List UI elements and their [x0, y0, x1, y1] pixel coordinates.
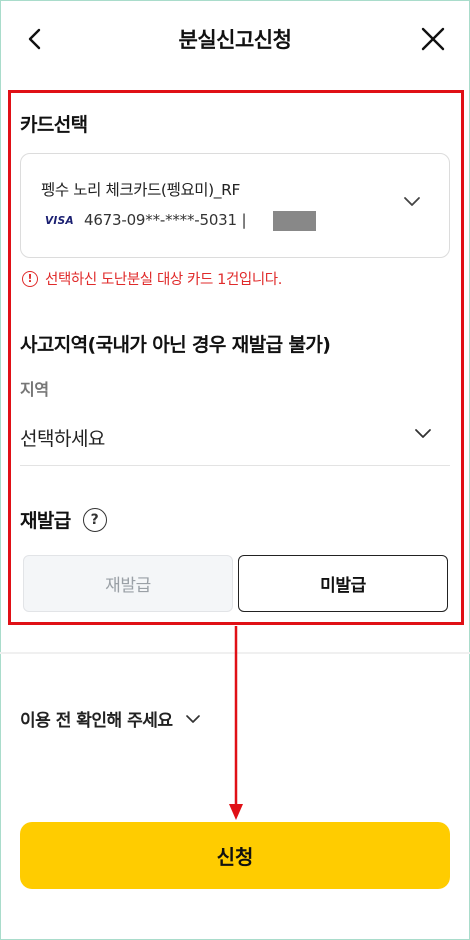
- warning-text: 선택하신 도난분실 대상 카드 1건입니다.: [45, 272, 282, 288]
- reissue-header: 재발급 ?: [20, 506, 107, 533]
- exclamation-circle-icon: !: [22, 270, 38, 287]
- card-number: 4673-09**-****-5031 |: [84, 211, 247, 229]
- chevron-down-icon: [404, 197, 420, 206]
- masked-info-block: [273, 211, 316, 231]
- no-reissue-button[interactable]: 미발급: [238, 555, 448, 612]
- submit-button[interactable]: 신청: [20, 822, 450, 889]
- card-select-dropdown[interactable]: 펭수 노리 체크카드(펭요미)_RF VISA 4673-09**-****-5…: [20, 153, 450, 258]
- chevron-down-icon: [415, 429, 431, 438]
- reissue-section-title: 재발급: [20, 510, 71, 532]
- card-section-title: 카드선택: [20, 114, 88, 136]
- page-title: 분실신고신청: [178, 28, 292, 52]
- close-button[interactable]: [414, 20, 452, 58]
- visa-logo: VISA: [45, 215, 74, 227]
- notice-label: 이용 전 확인해 주세요: [20, 711, 173, 731]
- card-warning: ! 선택하신 도난분실 대상 카드 1건입니다.: [22, 268, 282, 289]
- card-name: 펭수 노리 체크카드(펭요미)_RF: [41, 181, 241, 199]
- arrow-down-icon: [229, 626, 243, 820]
- reissue-button[interactable]: 재발급: [23, 555, 233, 612]
- chevron-down-icon: [185, 714, 200, 723]
- close-icon: [421, 27, 445, 51]
- header: 분실신고신청: [0, 0, 470, 78]
- help-icon[interactable]: ?: [82, 507, 107, 532]
- region-select-dropdown[interactable]: 선택하세요: [20, 412, 450, 466]
- notice-toggle[interactable]: 이용 전 확인해 주세요: [20, 706, 201, 731]
- region-selected-value: 선택하세요: [20, 428, 105, 450]
- region-field-label: 지역: [20, 380, 49, 399]
- region-section-title: 사고지역(국내가 아닌 경우 재발급 불가): [20, 334, 331, 356]
